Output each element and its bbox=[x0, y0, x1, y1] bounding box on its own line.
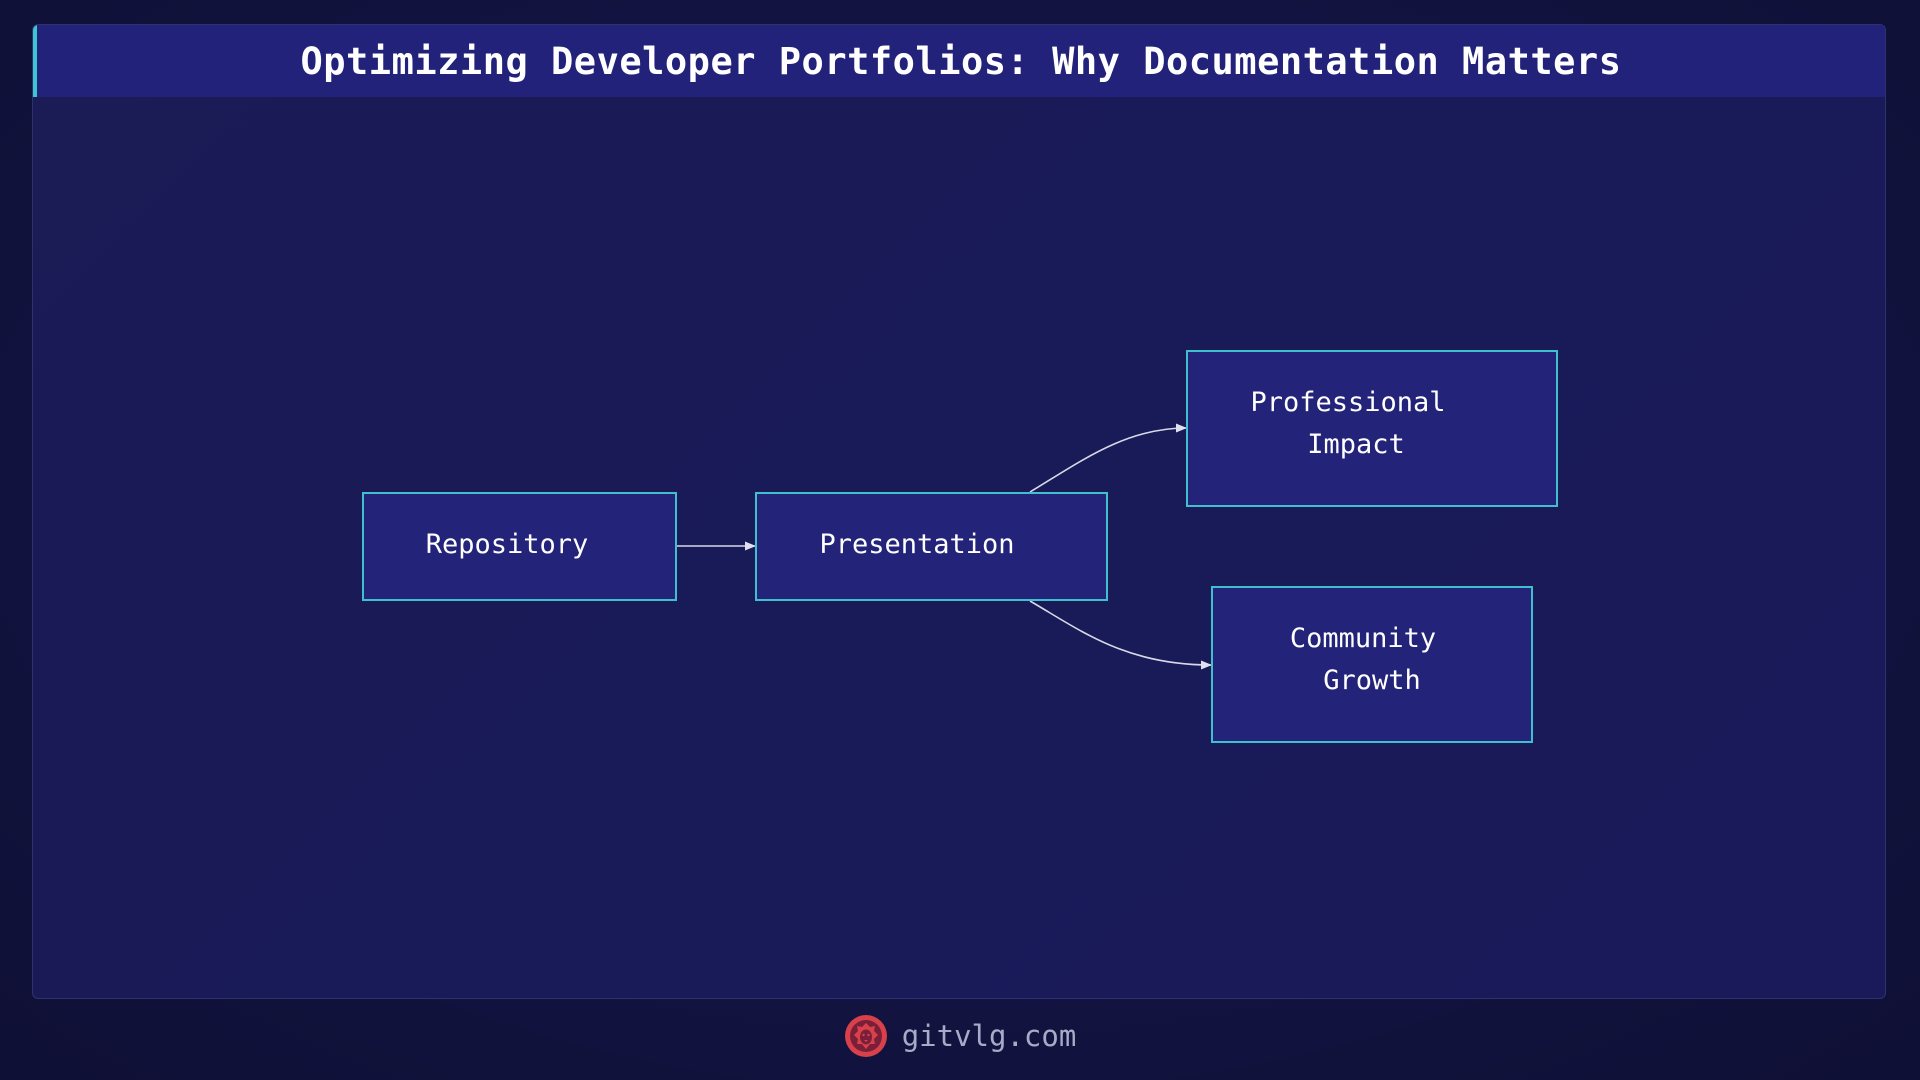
footer: gitvlg.com bbox=[0, 1008, 1920, 1064]
node-presentation-label: Presentation bbox=[819, 529, 1014, 560]
node-repository: Repository bbox=[362, 492, 677, 601]
page: Optimizing Developer Portfolios: Why Doc… bbox=[0, 0, 1920, 1080]
edge-presentation-to-community-growth bbox=[1029, 600, 1213, 670]
node-community-growth-label-line-1: Community bbox=[1290, 623, 1436, 654]
flow-diagram: Repository Presentation Professional Imp… bbox=[362, 350, 1558, 743]
node-repository-label: Repository bbox=[426, 529, 589, 560]
node-community-growth: Community Growth bbox=[1211, 586, 1533, 743]
node-professional-impact-label-line-2: Impact bbox=[1307, 429, 1405, 460]
node-professional-impact-label-line-1: Professional bbox=[1250, 387, 1445, 418]
footer-site-link[interactable]: gitvlg.com bbox=[902, 1019, 1077, 1053]
node-presentation: Presentation bbox=[755, 492, 1108, 601]
lion-head-icon bbox=[844, 1015, 887, 1057]
node-community-growth-label-line-2: Growth bbox=[1323, 665, 1421, 696]
node-professional-impact: Professional Impact bbox=[1186, 350, 1558, 507]
edge-presentation-to-professional-impact bbox=[1029, 423, 1188, 493]
